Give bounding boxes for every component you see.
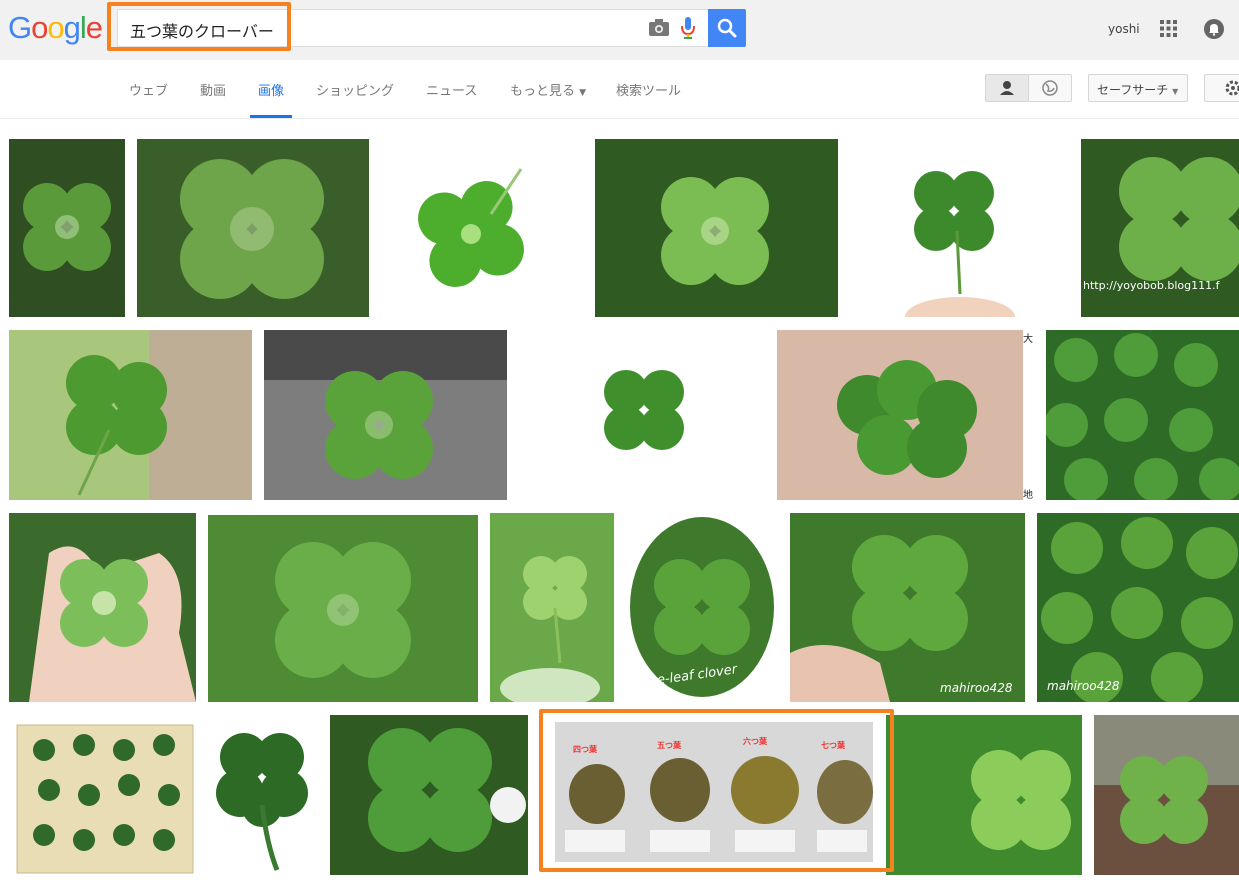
image-result[interactable] bbox=[207, 715, 318, 875]
image-result[interactable] bbox=[208, 515, 478, 702]
image-result[interactable] bbox=[1046, 330, 1239, 500]
tab-more[interactable]: もっと見る ▼ bbox=[510, 80, 586, 99]
microphone-icon[interactable] bbox=[679, 16, 697, 40]
tab-news[interactable]: ニュース bbox=[426, 80, 477, 99]
personal-results-button[interactable] bbox=[985, 74, 1029, 102]
tab-more-label: もっと見る bbox=[510, 84, 576, 99]
image-result[interactable] bbox=[490, 513, 614, 702]
image-watermark: http://yoyobob.blog111.f bbox=[1083, 279, 1220, 292]
image-watermark-kanji-bottom: 地 bbox=[1023, 490, 1033, 500]
tab-images[interactable]: 画像 bbox=[258, 80, 284, 99]
image-watermark: mahiroo428 bbox=[940, 681, 1013, 695]
image-result[interactable]: 大 地 bbox=[777, 330, 1035, 500]
image-result[interactable]: http://yoyobob.blog111.f bbox=[1081, 139, 1239, 317]
image-result[interactable]: Five-leaf clover bbox=[626, 513, 778, 702]
clover-image bbox=[23, 183, 111, 271]
image-result[interactable] bbox=[137, 139, 369, 317]
safesearch-label: セーフサーチ bbox=[1097, 83, 1169, 97]
image-result[interactable]: mahiroo428 bbox=[790, 513, 1025, 702]
image-watermark: mahiroo428 bbox=[1047, 679, 1120, 693]
person-icon bbox=[1000, 81, 1014, 95]
image-watermark-kanji-top: 大 bbox=[1023, 334, 1033, 345]
active-tab-indicator bbox=[250, 115, 292, 118]
image-result[interactable] bbox=[886, 715, 1082, 875]
search-button[interactable] bbox=[708, 9, 746, 47]
dropdown-arrow-icon: ▼ bbox=[579, 88, 587, 98]
search-highlight-box bbox=[107, 2, 291, 51]
image-result[interactable] bbox=[519, 330, 765, 500]
gear-icon bbox=[1225, 80, 1239, 96]
top-bar: Google 五つ葉のクローバー yoshi bbox=[0, 0, 1239, 60]
image-result[interactable] bbox=[381, 139, 583, 317]
tab-search-tools[interactable]: 検索ツール bbox=[616, 80, 681, 99]
image-result[interactable] bbox=[330, 715, 528, 875]
google-logo[interactable]: Google bbox=[8, 10, 103, 46]
settings-button[interactable] bbox=[1204, 74, 1239, 102]
dropdown-arrow-icon: ▼ bbox=[1172, 87, 1179, 96]
camera-icon[interactable] bbox=[647, 18, 671, 38]
apps-grid-icon[interactable] bbox=[1160, 20, 1177, 37]
tab-shopping[interactable]: ショッピング bbox=[316, 80, 394, 99]
safesearch-dropdown[interactable]: セーフサーチ ▼ bbox=[1088, 74, 1188, 102]
tab-video[interactable]: 動画 bbox=[200, 80, 226, 99]
notification-bell-icon[interactable] bbox=[1204, 18, 1224, 40]
image-result[interactable] bbox=[9, 330, 252, 500]
image-result[interactable] bbox=[1094, 715, 1239, 875]
search-tabs: ウェブ 動画 画像 ショッピング ニュース もっと見る ▼ 検索ツール セーフサ… bbox=[0, 60, 1239, 119]
search-icon bbox=[717, 18, 737, 38]
tab-web[interactable]: ウェブ bbox=[129, 80, 168, 99]
image-result[interactable] bbox=[9, 715, 195, 875]
image-result[interactable] bbox=[264, 330, 507, 500]
image-result[interactable] bbox=[9, 139, 125, 317]
global-results-button[interactable] bbox=[1028, 74, 1072, 102]
result-highlight-box bbox=[539, 709, 894, 872]
image-result[interactable] bbox=[595, 139, 838, 317]
image-result[interactable] bbox=[850, 139, 1069, 317]
image-result[interactable] bbox=[9, 513, 196, 702]
globe-icon bbox=[1042, 80, 1058, 96]
user-name[interactable]: yoshi bbox=[1108, 22, 1140, 36]
image-result[interactable]: mahiroo428 bbox=[1037, 513, 1239, 702]
